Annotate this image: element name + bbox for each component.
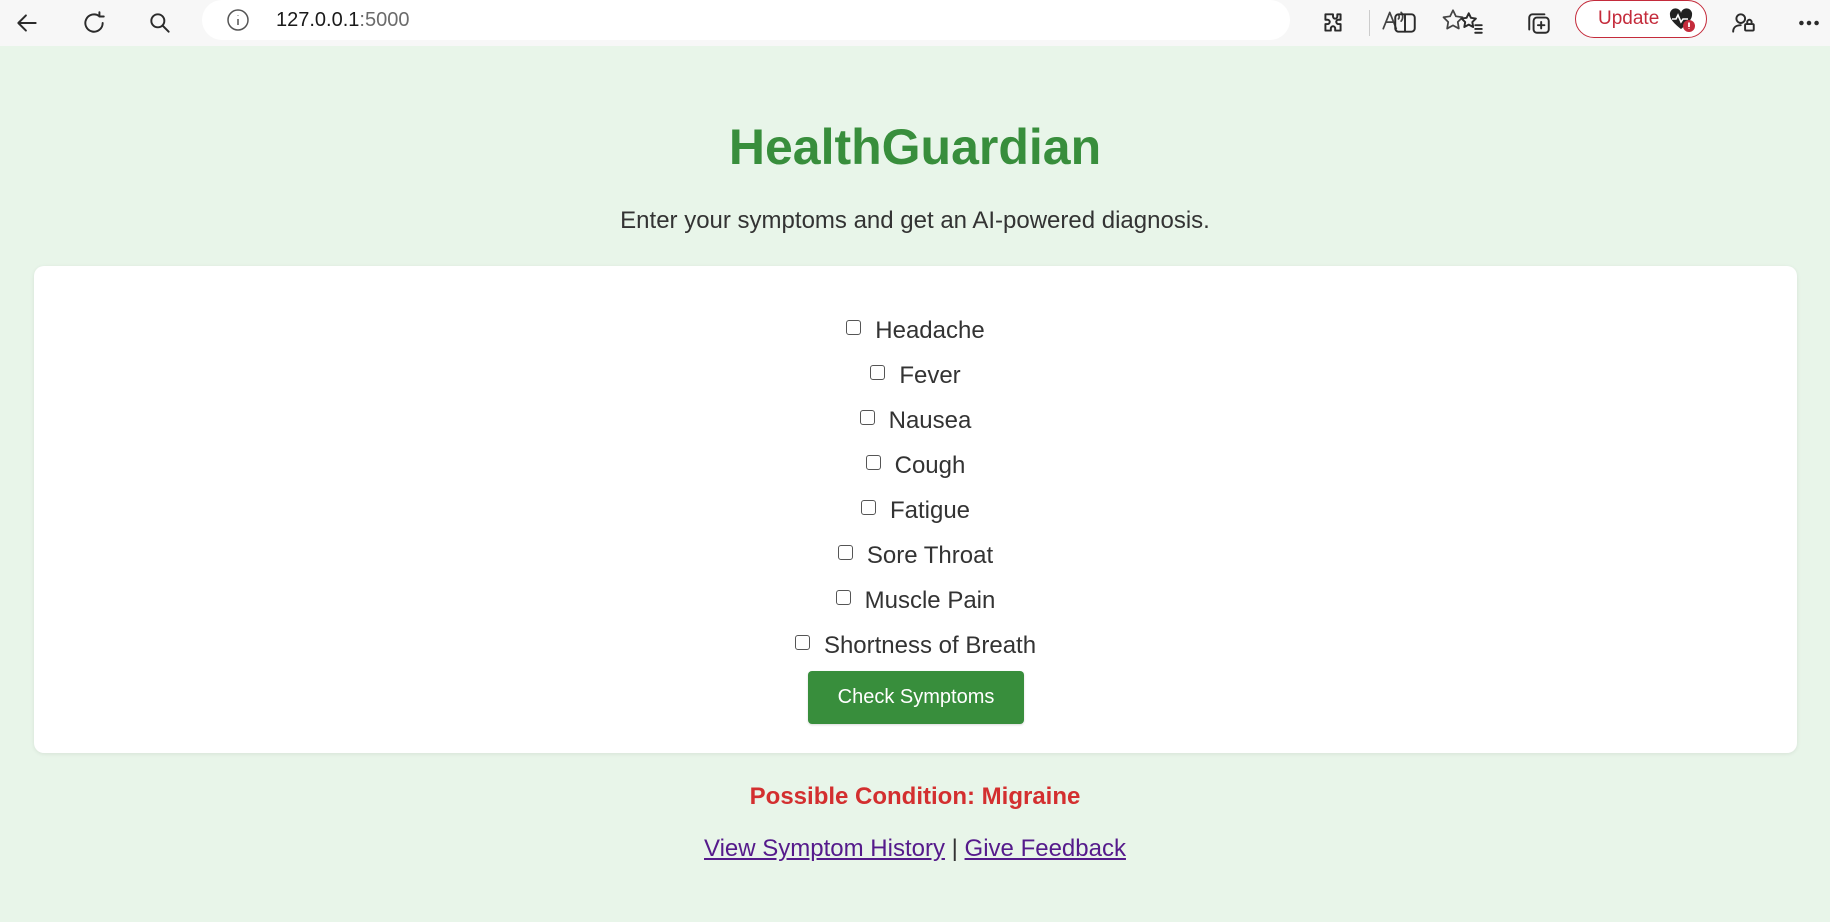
- info-icon[interactable]: [226, 8, 250, 32]
- browser-toolbar: 127.0.0.1:5000 Update: [0, 0, 1830, 46]
- view-history-link[interactable]: View Symptom History: [704, 835, 945, 862]
- symptom-label: Nausea: [888, 406, 972, 434]
- symptom-shortness-of-breath[interactable]: Shortness of Breath: [34, 629, 1797, 659]
- symptom-label: Cough: [894, 451, 966, 479]
- symptom-checkbox[interactable]: [837, 545, 853, 560]
- symptom-sore-throat[interactable]: Sore Throat: [34, 539, 1797, 569]
- symptom-checkbox[interactable]: [835, 590, 851, 605]
- symptom-label: Sore Throat: [866, 541, 994, 569]
- symptom-checkbox[interactable]: [859, 410, 875, 425]
- health-alert-icon: [1668, 7, 1696, 33]
- update-button[interactable]: Update: [1575, 0, 1707, 38]
- give-feedback-link[interactable]: Give Feedback: [965, 835, 1126, 862]
- extensions-icon[interactable]: [1314, 4, 1352, 42]
- collections-icon[interactable]: [1520, 4, 1558, 42]
- symptom-checkbox[interactable]: [794, 635, 810, 650]
- page-subtitle: Enter your symptoms and get an AI-powere…: [620, 207, 1210, 234]
- toolbar-divider: [1369, 10, 1370, 36]
- url-host: 127.0.0.1: [276, 9, 360, 31]
- symptom-fever[interactable]: Fever: [34, 359, 1797, 389]
- symptom-headache[interactable]: Headache: [34, 314, 1797, 344]
- diagnosis-result: Possible Condition: Migraine: [749, 783, 1081, 810]
- symptom-label: Fever: [899, 361, 961, 389]
- symptom-checkbox[interactable]: [846, 320, 862, 335]
- profile-icon[interactable]: [1725, 4, 1763, 42]
- favorites-icon[interactable]: [1453, 4, 1491, 42]
- link-separator: |: [951, 835, 958, 862]
- symptom-checkbox[interactable]: [870, 365, 886, 380]
- more-icon[interactable]: [1790, 4, 1828, 42]
- page-title: HealthGuardian: [728, 119, 1102, 175]
- address-bar[interactable]: 127.0.0.1:5000: [202, 0, 1464, 40]
- update-label: Update: [1598, 8, 1660, 29]
- symptom-checkbox[interactable]: [860, 500, 876, 515]
- url-text[interactable]: 127.0.0.1:5000: [276, 9, 409, 32]
- split-screen-icon[interactable]: [1386, 4, 1424, 42]
- check-symptoms-button[interactable]: Check Symptoms: [808, 671, 1024, 724]
- search-icon[interactable]: [141, 4, 179, 42]
- symptom-label: Headache: [875, 316, 985, 344]
- footer-links: View Symptom History | Give Feedback: [0, 835, 1830, 863]
- url-port: :5000: [359, 9, 410, 31]
- symptom-cough[interactable]: Cough: [34, 449, 1797, 479]
- symptom-form-card: Headache Fever Nausea Cough Fatigue Sore…: [34, 266, 1797, 753]
- symptom-label: Fatigue: [889, 496, 971, 524]
- symptom-label: Muscle Pain: [864, 586, 996, 614]
- symptom-checkbox[interactable]: [865, 455, 881, 470]
- symptom-fatigue[interactable]: Fatigue: [34, 494, 1797, 524]
- symptom-label: Shortness of Breath: [823, 631, 1037, 659]
- symptom-nausea[interactable]: Nausea: [34, 404, 1797, 434]
- refresh-icon[interactable]: [75, 4, 113, 42]
- back-icon[interactable]: [8, 4, 46, 42]
- symptom-muscle-pain[interactable]: Muscle Pain: [34, 584, 1797, 614]
